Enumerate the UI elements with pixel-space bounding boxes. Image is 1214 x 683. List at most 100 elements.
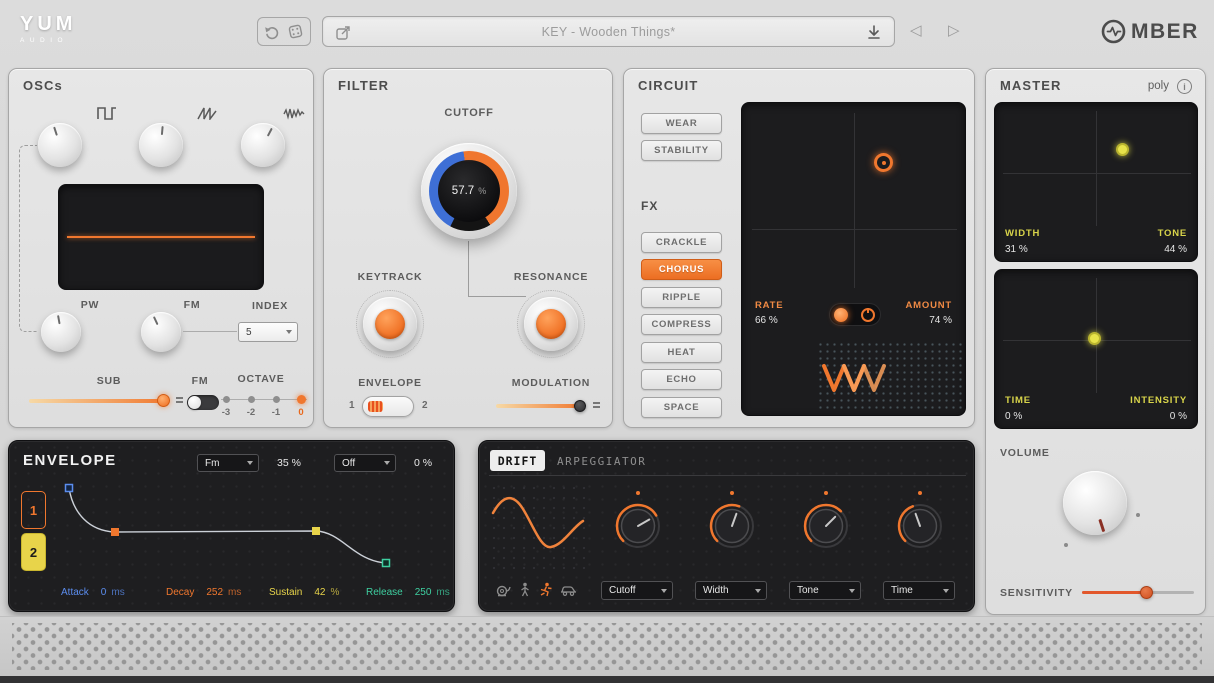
circuit-xy-handle[interactable] — [874, 153, 893, 172]
env-select-2-label[interactable]: 2 — [422, 400, 428, 411]
drift-knob-3[interactable] — [802, 502, 850, 550]
drift-target-1-select[interactable]: Cutoff — [601, 581, 673, 600]
cutoff-knob[interactable]: 57.7 % — [421, 143, 517, 239]
power-icon[interactable] — [861, 308, 875, 322]
keytrack-knob[interactable] — [363, 297, 417, 351]
attack-readout: Attack0ms — [61, 587, 125, 598]
env-mod2-select[interactable]: Off — [334, 454, 396, 472]
attack-handle[interactable] — [66, 485, 73, 492]
master-xy-pad-2[interactable]: TIME 0 % INTENSITY 0 % — [994, 269, 1198, 429]
fx-heat-button[interactable]: HEAT — [641, 342, 722, 363]
octave-option-0-selected[interactable]: 0 — [292, 391, 310, 418]
env-tab-2[interactable]: 2 — [21, 533, 46, 571]
fm-toggle-knob[interactable] — [188, 396, 201, 409]
prev-preset-button[interactable]: ◁ — [910, 21, 922, 39]
env-tab-1[interactable]: 1 — [21, 491, 46, 529]
sensitivity-thumb[interactable] — [1140, 586, 1153, 599]
attack-value[interactable]: 0 — [101, 587, 107, 598]
tab-divider — [489, 475, 966, 476]
envelope-curve[interactable] — [59, 481, 449, 581]
fx-echo-button[interactable]: ECHO — [641, 369, 722, 390]
modulation-slider[interactable] — [496, 399, 606, 413]
dice-icon[interactable] — [287, 23, 304, 40]
walk-speed-icon[interactable] — [519, 582, 531, 597]
preset-bar[interactable]: KEY - Wooden Things* — [322, 16, 895, 47]
wear-button[interactable]: WEAR — [641, 113, 722, 134]
rate-label: RATE — [755, 300, 783, 311]
fx-compress-button[interactable]: COMPRESS — [641, 314, 722, 335]
run-speed-icon[interactable] — [538, 582, 553, 597]
preset-save-icon[interactable] — [866, 24, 882, 41]
square-wave-icon — [97, 107, 117, 120]
width-value: 31 % — [1005, 244, 1028, 255]
fx-power-toggle[interactable] — [829, 303, 881, 326]
time-label: TIME — [1005, 395, 1031, 406]
pw-knob[interactable] — [41, 312, 81, 352]
stability-button[interactable]: STABILITY — [641, 140, 722, 161]
master-xy-pad-1[interactable]: WIDTH 31 % TONE 44 % — [994, 102, 1198, 262]
fx-chorus-button[interactable]: CHORUS — [641, 259, 722, 280]
info-icon[interactable]: i — [1177, 79, 1192, 94]
release-value[interactable]: 250 — [415, 587, 432, 598]
octave-option-minus2[interactable]: -2 — [242, 391, 260, 418]
volume-knob[interactable] — [1063, 471, 1127, 535]
octave-dot[interactable] — [223, 396, 230, 403]
volume-label: VOLUME — [1000, 447, 1070, 459]
modulation-slider-thumb[interactable] — [574, 400, 586, 412]
octave-dot[interactable] — [273, 396, 280, 403]
decay-value[interactable]: 252 — [206, 587, 223, 598]
resonance-knob[interactable] — [524, 297, 578, 351]
sustain-readout: Sustain42% — [269, 587, 339, 598]
logo-yum: YUM — [20, 13, 76, 36]
voice-mode-selector[interactable]: poly — [1148, 80, 1169, 92]
fx-space-button[interactable]: SPACE — [641, 397, 722, 418]
width-label: WIDTH — [1005, 228, 1040, 239]
drift-target-4-select[interactable]: Time — [883, 581, 955, 600]
drift-target-2-select[interactable]: Width — [695, 581, 767, 600]
sensitivity-slider[interactable] — [1082, 584, 1194, 601]
tab-arpeggiator[interactable]: ARPEGGIATOR — [557, 455, 646, 468]
octave-dot[interactable] — [248, 396, 255, 403]
pad1-handle[interactable] — [1116, 143, 1129, 156]
drift-knob-4[interactable] — [896, 502, 944, 550]
volume-min-dot — [1064, 543, 1068, 547]
octave-dot-selected[interactable] — [297, 395, 306, 404]
index-select[interactable]: 5 — [238, 322, 298, 342]
pw-label: PW — [73, 299, 107, 311]
fx-power-toggle-on-dot[interactable] — [834, 308, 848, 322]
undo-icon[interactable] — [264, 24, 280, 40]
envelope-switch-handle[interactable] — [368, 401, 383, 412]
sub-end-ticks — [176, 397, 183, 405]
sustain-value[interactable]: 42 — [314, 587, 325, 598]
sustain-handle[interactable] — [313, 528, 320, 535]
sub-label: SUB — [69, 375, 149, 387]
osc2-knob[interactable] — [139, 123, 183, 167]
drift-knob-2[interactable] — [708, 502, 756, 550]
pad2-handle[interactable] — [1088, 332, 1101, 345]
drift-knob-1[interactable] — [614, 502, 662, 550]
preset-name[interactable]: KEY - Wooden Things* — [323, 25, 894, 39]
envelope-select-switch[interactable] — [362, 396, 414, 417]
circuit-xy-pad[interactable]: RATE 66 % AMOUNT 74 % — [741, 102, 966, 416]
osc3-knob[interactable] — [241, 123, 285, 167]
tab-drift[interactable]: DRIFT — [490, 450, 545, 471]
sub-slider[interactable] — [29, 394, 185, 408]
vehicle-speed-icon[interactable] — [560, 585, 577, 596]
fx-crackle-button[interactable]: CRACKLE — [641, 232, 722, 253]
octave-option-minus1[interactable]: -1 — [267, 391, 285, 418]
fm-toggle[interactable] — [187, 395, 219, 410]
octave-option-minus3[interactable]: -3 — [217, 391, 235, 418]
env-mod1-select[interactable]: Fm — [197, 454, 259, 472]
sub-slider-thumb[interactable] — [157, 394, 170, 407]
decay-handle[interactable] — [112, 529, 119, 536]
release-handle[interactable] — [383, 560, 390, 567]
osc1-knob[interactable] — [38, 123, 82, 167]
chevron-down-icon — [943, 589, 949, 593]
env-mod2-value: Off — [342, 458, 355, 469]
fx-ripple-button[interactable]: RIPPLE — [641, 287, 722, 308]
fm-knob[interactable] — [141, 312, 181, 352]
drift-target-3-select[interactable]: Tone — [789, 581, 861, 600]
snail-speed-icon[interactable] — [495, 583, 511, 597]
next-preset-button[interactable]: ▷ — [948, 21, 960, 39]
env-select-1-label[interactable]: 1 — [349, 400, 355, 411]
